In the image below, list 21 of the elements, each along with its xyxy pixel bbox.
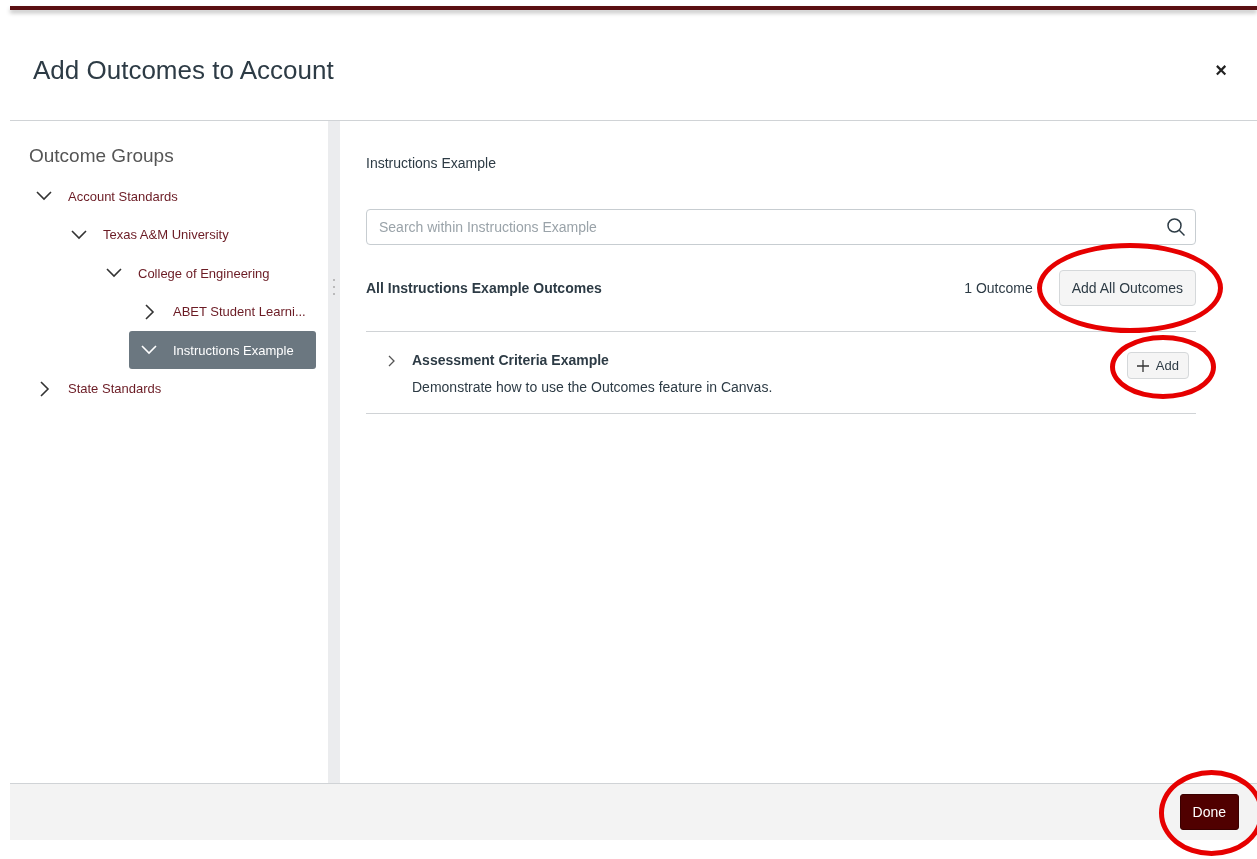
tree-item[interactable]: State Standards (30, 369, 178, 408)
add-all-outcomes-button[interactable]: Add All Outcomes (1058, 270, 1196, 306)
tree-item[interactable]: Account Standards (30, 177, 194, 216)
outcome-description: Demonstrate how to use the Outcomes feature in Canvas. (412, 379, 774, 395)
outcome-title: Assessment Criteria Example (412, 352, 610, 368)
tree-item[interactable]: ABET Student Learni... (135, 292, 322, 331)
outcomes-group-title: All Instructions Example Outcomes (366, 280, 603, 296)
tree-item[interactable]: Instructions Example (129, 331, 316, 370)
done-button[interactable]: Done (1179, 794, 1239, 830)
group-heading: Instructions Example (366, 155, 497, 171)
plus-icon (1136, 359, 1149, 372)
tree-item[interactable]: Texas A&M University (65, 215, 245, 254)
search-icon[interactable] (1166, 217, 1186, 237)
add-button[interactable]: Add (1126, 352, 1189, 379)
dialog-title: Add Outcomes to Account (33, 54, 334, 86)
outcome-count: 1 Outcome (964, 280, 1033, 296)
tree-item[interactable]: College of Engineering (100, 254, 286, 293)
close-button[interactable]: × (1211, 58, 1231, 82)
search-field[interactable]: Search within Instructions Example (366, 209, 1196, 245)
resize-handle-icon[interactable] (332, 277, 336, 297)
sidebar-heading: Outcome Groups (29, 145, 175, 167)
